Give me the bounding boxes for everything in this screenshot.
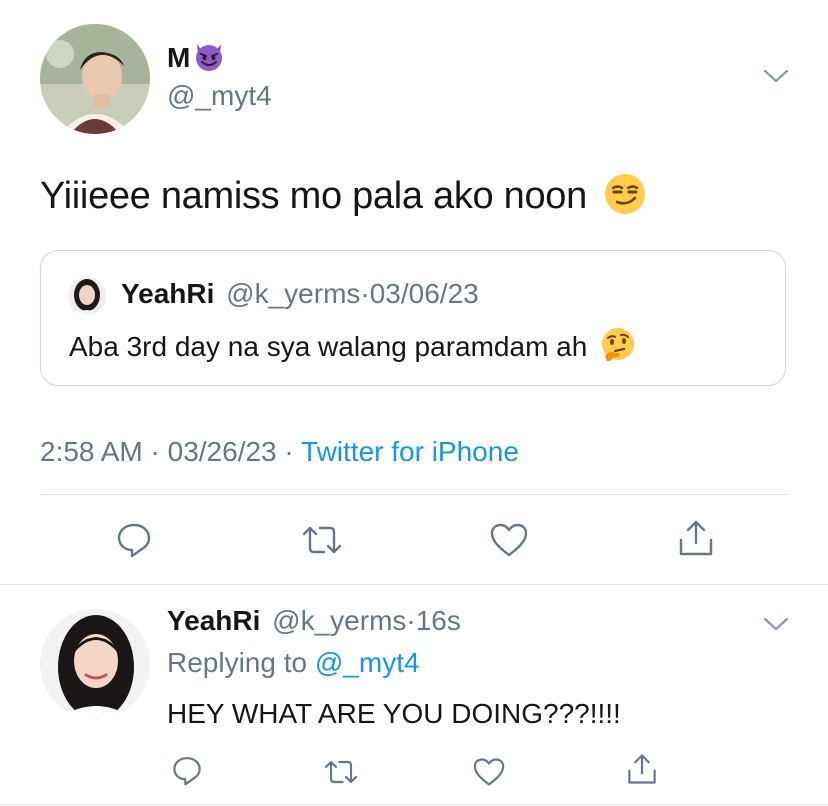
tweet-time: 2:58 AM: [40, 436, 143, 467]
smiling-imp-emoji: [192, 39, 226, 78]
avatar[interactable]: [40, 24, 150, 134]
divider: [0, 804, 828, 805]
reply-age: 16s: [415, 605, 461, 636]
quoted-author-name: YeahRi: [121, 278, 215, 309]
retweet-icon[interactable]: [322, 757, 360, 787]
retweet-icon[interactable]: [300, 522, 344, 558]
reply-avatar[interactable]: [40, 609, 150, 719]
author-line: M: [167, 40, 226, 76]
chevron-down-icon[interactable]: [762, 66, 790, 86]
author-handle[interactable]: @_myt4: [167, 80, 272, 112]
reply-author-handle[interactable]: @k_yerms: [272, 605, 406, 636]
quoted-separator: ·: [360, 278, 370, 309]
tweet-date: 03/26/23: [167, 436, 277, 467]
replying-to-label: Replying to: [167, 647, 308, 678]
meta-separator: ·: [150, 436, 160, 467]
reply-icon[interactable]: [115, 520, 153, 558]
quoted-avatar: [68, 277, 106, 315]
quoted-header: YeahRi @k_yerms·03/06/23: [121, 278, 479, 310]
share-icon[interactable]: [626, 752, 658, 786]
replying-to: Replying to @_myt4: [167, 647, 420, 679]
quoted-author-handle: @k_yerms: [226, 278, 361, 309]
quoted-text-line: Aba 3rd day na sya walang paramdam ah: [69, 327, 637, 367]
reply-author-name[interactable]: YeahRi: [167, 605, 260, 636]
tweet-text-line: Yiiieee namiss mo pala ako noon: [40, 170, 647, 222]
quoted-text: Aba 3rd day na sya walang paramdam ah: [69, 331, 588, 362]
meta-separator: ·: [284, 436, 294, 467]
reply-separator: ·: [406, 605, 416, 636]
like-icon[interactable]: [472, 757, 506, 787]
divider: [0, 584, 828, 585]
thinking-face-emoji: [599, 326, 637, 369]
quoted-tweet-card[interactable]: YeahRi @k_yerms·03/06/23 Aba 3rd day na …: [40, 250, 786, 386]
quoted-date: 03/06/23: [369, 278, 479, 309]
tweet-source-link[interactable]: Twitter for iPhone: [301, 436, 519, 467]
replying-to-handle[interactable]: @_myt4: [315, 647, 420, 678]
tweet-meta: 2:58 AM · 03/26/23 · Twitter for iPhone: [40, 436, 519, 468]
share-icon[interactable]: [677, 518, 715, 558]
reply-icon[interactable]: [171, 754, 203, 786]
chevron-down-icon[interactable]: [762, 614, 790, 634]
like-icon[interactable]: [489, 522, 529, 558]
tweet-text: Yiiieee namiss mo pala ako noon: [40, 174, 587, 217]
reply-text: HEY WHAT ARE YOU DOING???!!!!: [167, 698, 621, 729]
divider: [40, 494, 788, 495]
author-name[interactable]: M: [167, 42, 190, 74]
smirking-face-emoji: [603, 172, 647, 221]
reply-header: YeahRi @k_yerms·16s: [167, 605, 461, 637]
